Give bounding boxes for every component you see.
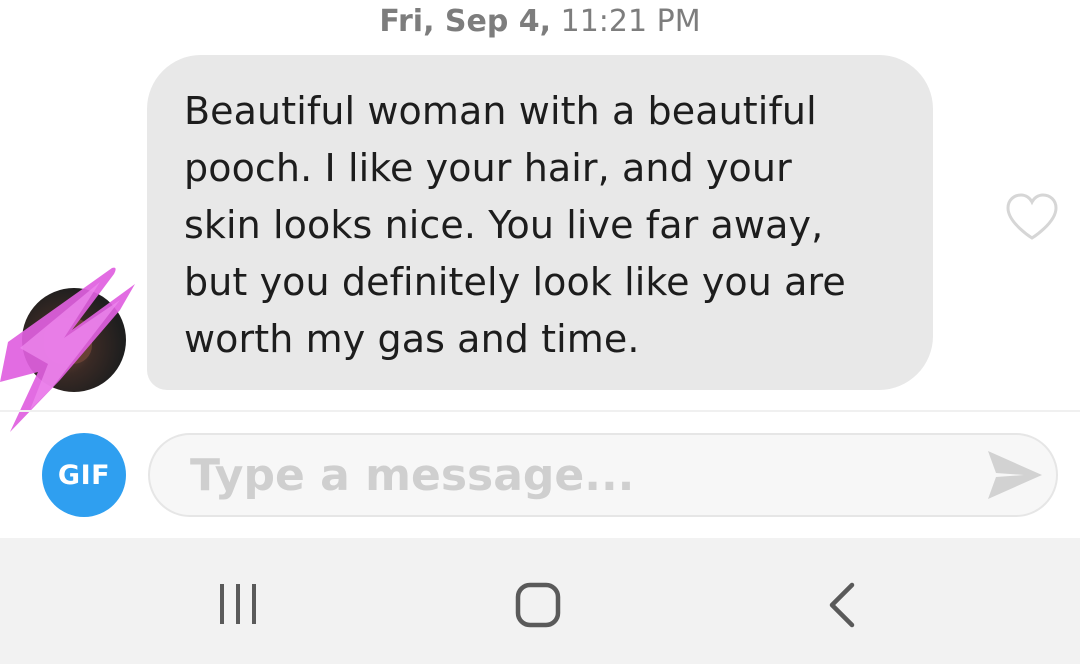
- recents-icon[interactable]: [213, 582, 263, 626]
- compose-divider: [0, 410, 1080, 412]
- timestamp-date: Fri, Sep 4,: [379, 4, 552, 39]
- message-timestamp: Fri, Sep 4, 11:21 PM: [0, 4, 1080, 39]
- received-message-bubble[interactable]: Beautiful woman with a beautiful pooch. …: [147, 55, 933, 390]
- timestamp-time: 11:21 PM: [560, 4, 701, 39]
- gif-button[interactable]: GIF: [42, 433, 126, 517]
- android-nav-bar: [0, 538, 1080, 664]
- avatar-photo: [44, 318, 92, 364]
- gif-button-label: GIF: [57, 459, 111, 491]
- sender-avatar[interactable]: [22, 288, 126, 392]
- send-icon[interactable]: [984, 447, 1046, 503]
- home-icon[interactable]: [514, 582, 564, 628]
- chat-screen: Fri, Sep 4, 11:21 PM Beautiful woman wit…: [0, 0, 1080, 664]
- like-heart-icon[interactable]: [1004, 192, 1060, 242]
- message-text: Beautiful woman with a beautiful pooch. …: [184, 89, 846, 361]
- back-icon[interactable]: [824, 582, 860, 628]
- message-input[interactable]: [148, 433, 1058, 517]
